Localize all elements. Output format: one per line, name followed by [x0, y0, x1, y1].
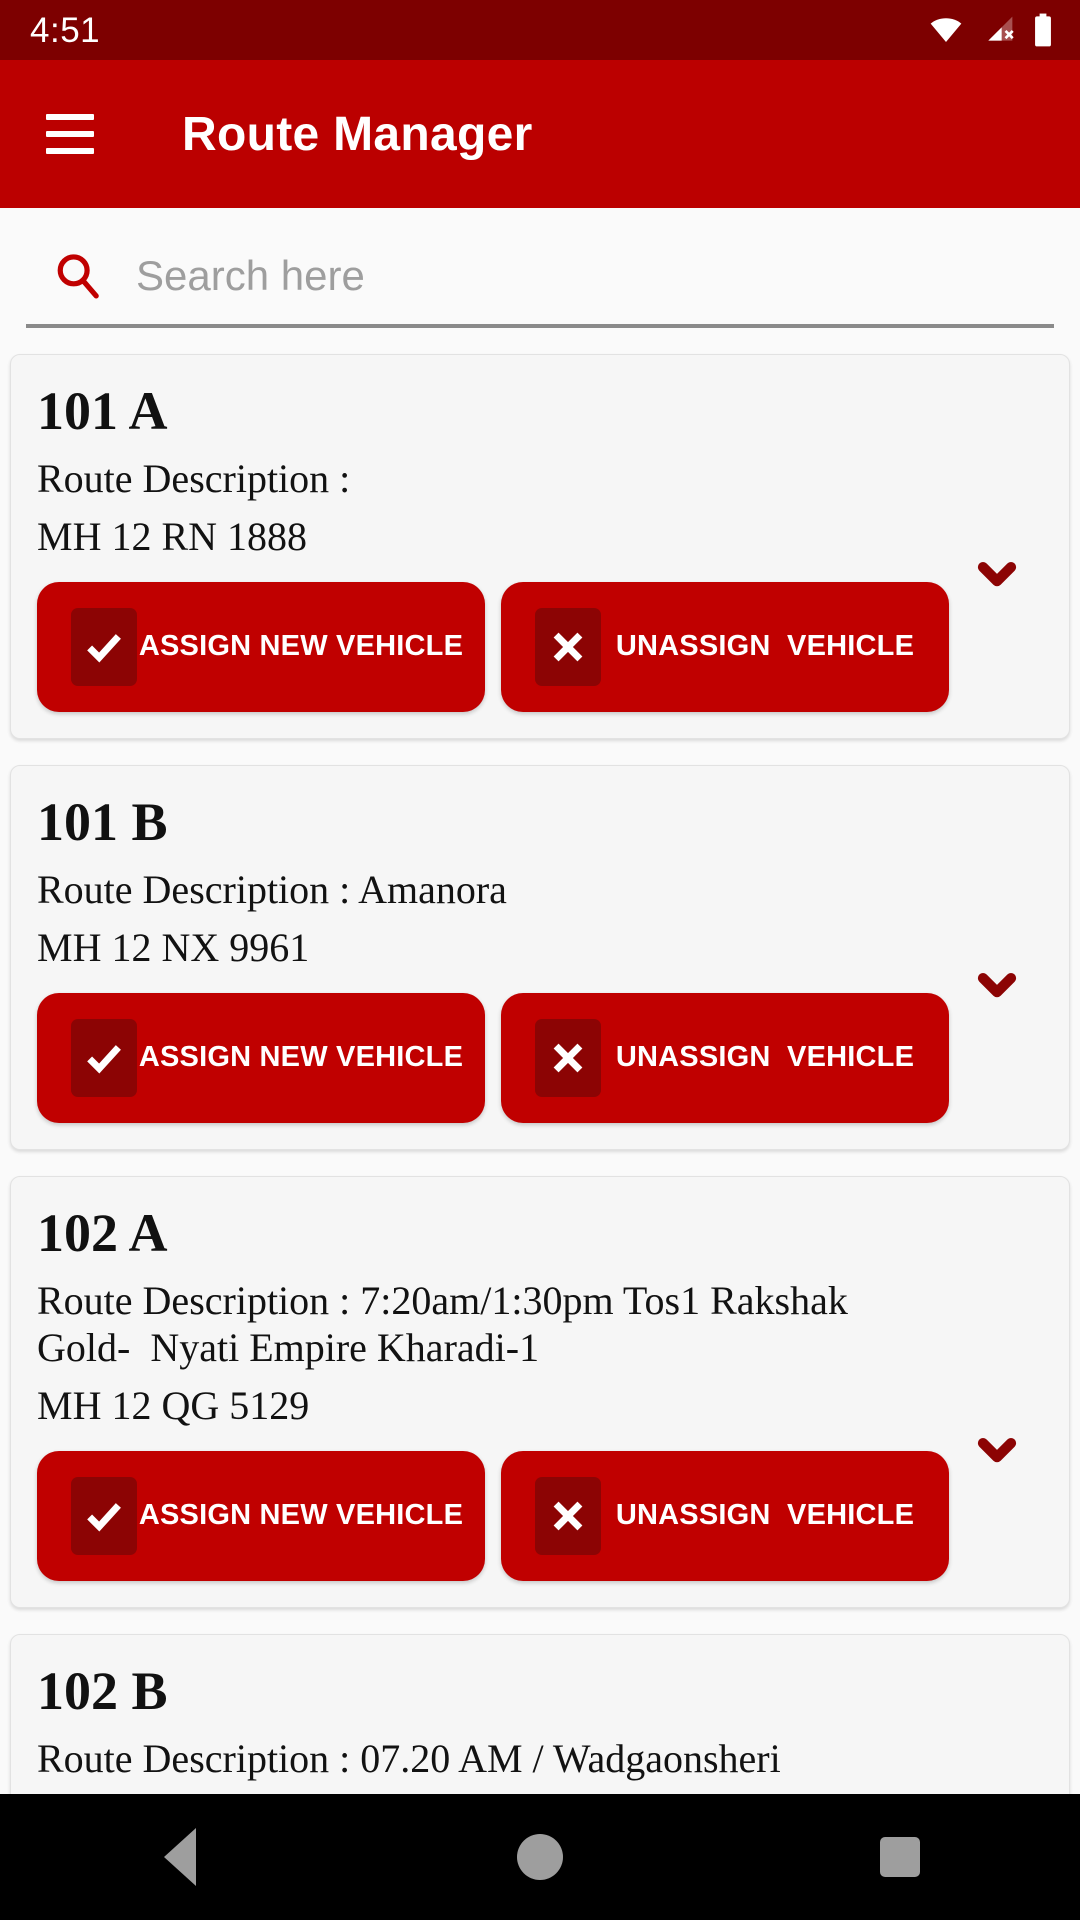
route-description: Route Description :	[37, 456, 361, 502]
unassign-button-label: UNASSIGN VEHICLE	[615, 1041, 915, 1074]
check-icon	[71, 607, 137, 686]
unassign-vehicle-button[interactable]: UNASSIGN VEHICLE	[501, 1450, 949, 1581]
hamburger-line	[46, 131, 94, 137]
unassign-button-label: UNASSIGN VEHICLE	[615, 1499, 915, 1532]
assign-button-label: ASSIGN NEW VEHICLE	[138, 630, 464, 663]
app-screen: 4:51 Route Manager Search here 101 A Rou…	[0, 0, 1080, 1920]
status-time: 4:51	[30, 10, 101, 50]
chevron-down-icon[interactable]	[969, 545, 1025, 601]
search-icon	[52, 250, 104, 302]
route-name: 102 B	[37, 1660, 168, 1721]
check-icon	[71, 1018, 137, 1097]
home-circle-icon[interactable]	[480, 1794, 600, 1920]
cellular-no-sim-icon	[980, 14, 1018, 46]
search-input[interactable]	[136, 252, 1054, 300]
route-name: 102 A	[37, 1202, 168, 1263]
unassign-button-label: UNASSIGN VEHICLE	[615, 630, 915, 663]
route-card[interactable]: 101 A Route Description : MH 12 RN 1888 …	[10, 354, 1070, 739]
recents-square-icon[interactable]	[840, 1794, 960, 1920]
chevron-down-icon[interactable]	[969, 956, 1025, 1012]
assign-button-label: ASSIGN NEW VEHICLE	[138, 1499, 464, 1532]
hamburger-line	[46, 114, 94, 120]
route-name: 101 A	[37, 381, 168, 441]
battery-full-icon	[1032, 13, 1054, 47]
card-actions: ASSIGN NEW VEHICLE UNASSIGN VEHICLE	[37, 581, 1043, 712]
assign-new-vehicle-button[interactable]: ASSIGN NEW VEHICLE	[37, 992, 485, 1123]
card-actions: ASSIGN NEW VEHICLE UNASSIGN VEHICLE	[37, 992, 1043, 1123]
android-nav-bar	[0, 1794, 1080, 1920]
page-title: Route Manager	[182, 107, 533, 161]
check-icon	[71, 1476, 137, 1555]
unassign-vehicle-button[interactable]: UNASSIGN VEHICLE	[501, 581, 949, 712]
route-card[interactable]: 101 B Route Description : Amanora MH 12 …	[10, 764, 1070, 1150]
close-x-icon	[535, 1018, 601, 1097]
route-description: Route Description : Amanora	[37, 867, 507, 913]
assign-new-vehicle-button[interactable]: ASSIGN NEW VEHICLE	[37, 581, 485, 712]
back-triangle-icon[interactable]	[120, 1794, 240, 1920]
vehicle-plate: MH 12 RN 1888	[37, 513, 308, 559]
unassign-vehicle-button[interactable]: UNASSIGN VEHICLE	[501, 992, 949, 1123]
hamburger-line	[46, 148, 94, 154]
route-card[interactable]: 102 A Route Description : 7:20am/1:30pm …	[10, 1175, 1070, 1608]
route-list[interactable]: 101 A Route Description : MH 12 RN 1888 …	[0, 328, 1080, 1920]
app-bar: Route Manager	[0, 60, 1080, 208]
search-area	[0, 208, 1080, 328]
search-field[interactable]	[26, 250, 1054, 328]
close-x-icon	[535, 1476, 601, 1555]
hamburger-menu-icon[interactable]	[46, 102, 110, 166]
wifi-icon	[926, 14, 966, 46]
card-actions: ASSIGN NEW VEHICLE UNASSIGN VEHICLE	[37, 1450, 1043, 1581]
route-description: Route Description : 07.20 AM / Wadgaonsh…	[37, 1736, 781, 1782]
chevron-down-icon[interactable]	[969, 1421, 1025, 1477]
assign-button-label: ASSIGN NEW VEHICLE	[138, 1041, 464, 1074]
status-bar: 4:51	[0, 0, 1080, 60]
vehicle-plate: MH 12 NX 9961	[37, 924, 310, 970]
assign-new-vehicle-button[interactable]: ASSIGN NEW VEHICLE	[37, 1450, 485, 1581]
vehicle-plate: MH 12 QG 5129	[37, 1382, 310, 1428]
route-description: Route Description : 7:20am/1:30pm Tos1 R…	[37, 1278, 858, 1371]
status-icons	[926, 13, 1054, 47]
route-name: 101 B	[37, 791, 168, 852]
close-x-icon	[535, 607, 601, 686]
